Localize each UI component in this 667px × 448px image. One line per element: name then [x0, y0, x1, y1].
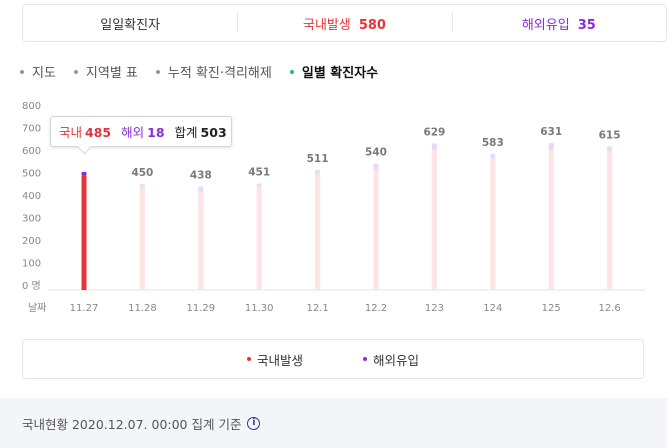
footer-text: 국내현황 2020.12.07. 00:00 집계 기준	[22, 416, 242, 432]
summary-bar: 일일확진자 국내발생 580 해외유입 35	[22, 4, 667, 42]
tooltip-domestic: 국내 485	[59, 125, 112, 140]
summary-overseas-value: 35	[577, 17, 596, 33]
bar-value-label: 438	[190, 169, 212, 181]
tooltip-total: 합계 503	[174, 125, 227, 140]
legend-swatch-domestic	[246, 357, 251, 361]
y-tick-label: 100	[22, 259, 41, 270]
chart-tooltip: 국내 485 해외 18 합계 503	[50, 116, 232, 147]
chart-legend: 국내발생 해외유입	[22, 339, 644, 379]
tab-cumulative[interactable]: 누적 확진·격리해제	[155, 62, 272, 81]
y-tick-label: 700	[22, 124, 41, 135]
legend-label-domestic: 국내발생	[256, 352, 303, 368]
summary-overseas: 해외유입 35	[451, 11, 666, 33]
bar-value-label: 540	[365, 147, 387, 159]
summary-domestic-value: 580	[358, 17, 386, 33]
tab-map-label: 지도	[32, 66, 56, 81]
legend-item-overseas[interactable]: 해외유입	[363, 350, 419, 369]
bar-domestic	[490, 158, 496, 290]
bar-domestic	[607, 151, 613, 290]
bar-overseas	[315, 170, 321, 175]
x-tick-label: 11.29	[186, 303, 215, 314]
bar-value-label: 451	[248, 167, 270, 179]
legend-item-domestic[interactable]: 국내발생	[246, 350, 303, 369]
bar-overseas	[431, 143, 437, 150]
summary-daily: 일일확진자	[23, 14, 237, 33]
x-tick-label: 12.2	[365, 303, 387, 314]
bar-domestic	[431, 150, 437, 290]
y-tick-label: 600	[22, 146, 41, 157]
x-tick-label: 124	[483, 303, 502, 314]
tab-daily[interactable]: 일별 확진자수	[289, 62, 379, 81]
x-tick-label: 11.28	[128, 303, 157, 314]
y-tick-label: 800	[22, 101, 41, 112]
bar-domestic	[256, 186, 262, 290]
info-icon[interactable]: i	[247, 416, 261, 430]
bar-value-label: 629	[423, 126, 445, 138]
x-tick-label: 12.1	[306, 303, 328, 314]
legend-swatch-overseas	[363, 357, 367, 361]
view-tabs: 지도 지역별 표 누적 확진·격리해제 일별 확진자수	[20, 62, 378, 81]
summary-domestic-label: 국내발생	[303, 17, 351, 33]
y-tick-label: 400	[22, 191, 41, 202]
bar-overseas	[607, 146, 613, 152]
summary-domestic: 국내발생 580	[237, 11, 451, 33]
bar-domestic	[315, 174, 321, 290]
x-tick-label: 12.6	[598, 303, 620, 314]
bar-value-label: 615	[599, 130, 621, 142]
bar-overseas	[373, 163, 379, 171]
bar-overseas	[139, 183, 145, 188]
bar-domestic	[373, 170, 379, 290]
bar-overseas	[81, 171, 87, 176]
x-axis-label: 날짜	[28, 302, 46, 314]
tab-regional-table[interactable]: 지역별 표	[73, 62, 138, 81]
footer: 국내현황 2020.12.07. 00:00 집계 기준 i	[0, 398, 667, 448]
bar-domestic	[548, 149, 554, 290]
x-tick-label: 123	[425, 303, 444, 314]
bar-domestic	[81, 175, 87, 290]
bar-value-label: 631	[540, 126, 562, 138]
y-tick-label: 300	[22, 214, 41, 225]
tab-cumulative-label: 누적 확진·격리해제	[167, 66, 272, 81]
y-tick-label: 0 명	[22, 280, 41, 292]
x-tick-label: 11.30	[245, 303, 274, 314]
y-tick-label: 500	[22, 169, 41, 180]
bullet-icon	[155, 69, 160, 74]
bar-domestic	[139, 187, 145, 290]
bar-domestic	[198, 192, 204, 290]
summary-daily-label: 일일확진자	[100, 17, 161, 33]
tab-map[interactable]: 지도	[20, 62, 56, 81]
tooltip-overseas: 해외 18	[121, 125, 165, 140]
bar-value-label: 511	[307, 153, 329, 165]
tab-regional-table-label: 지역별 표	[85, 66, 138, 81]
bar-overseas	[548, 143, 554, 150]
legend-label-overseas: 해외유입	[373, 352, 420, 368]
bullet-icon	[73, 69, 78, 74]
summary-overseas-label: 해외유입	[521, 17, 570, 33]
y-tick-label: 200	[22, 236, 41, 247]
bullet-icon	[289, 69, 294, 74]
bar-overseas	[256, 183, 262, 187]
bar-overseas	[490, 153, 496, 159]
x-tick-label: 125	[542, 303, 561, 314]
x-tick-label: 11.27	[70, 303, 99, 314]
tab-daily-label: 일별 확진자수	[301, 66, 379, 81]
bullet-icon	[20, 69, 24, 74]
bar-overseas	[198, 186, 204, 193]
bar-value-label: 583	[482, 137, 504, 149]
bar-value-label: 450	[131, 167, 153, 179]
